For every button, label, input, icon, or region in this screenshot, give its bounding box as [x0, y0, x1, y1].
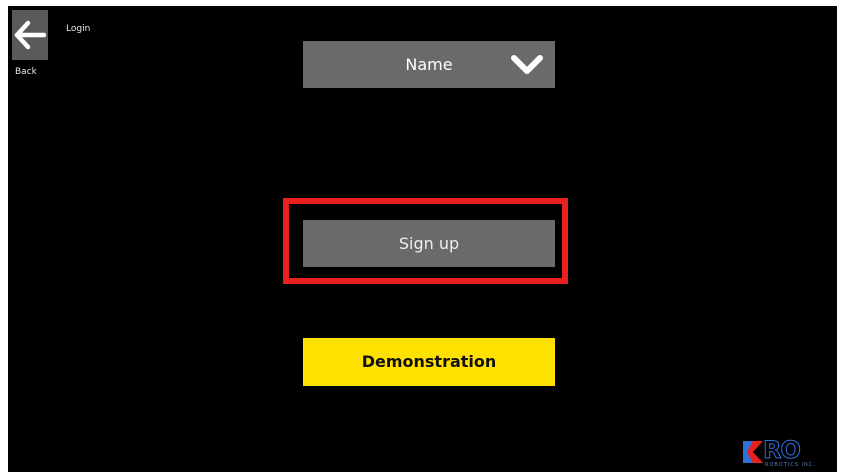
back-button[interactable]: Back: [12, 10, 68, 86]
back-arrow-icon-box: [12, 10, 48, 60]
company-logo: RO ROBOTICS INC.: [743, 436, 833, 468]
arrow-left-icon: [14, 20, 46, 50]
app-screen: Back Login Name Sign up Demonstration RO…: [8, 6, 837, 472]
name-dropdown[interactable]: Name: [303, 41, 555, 88]
logo-text: RO: [763, 436, 802, 465]
back-label: Back: [15, 67, 37, 77]
signup-button[interactable]: Sign up: [303, 220, 555, 267]
chevron-down-icon: [511, 55, 543, 74]
logo-mark-icon: [743, 441, 763, 463]
logo-subtext: ROBOTICS INC.: [765, 462, 816, 468]
demonstration-button[interactable]: Demonstration: [303, 338, 555, 386]
screen-title: Login: [66, 24, 91, 34]
